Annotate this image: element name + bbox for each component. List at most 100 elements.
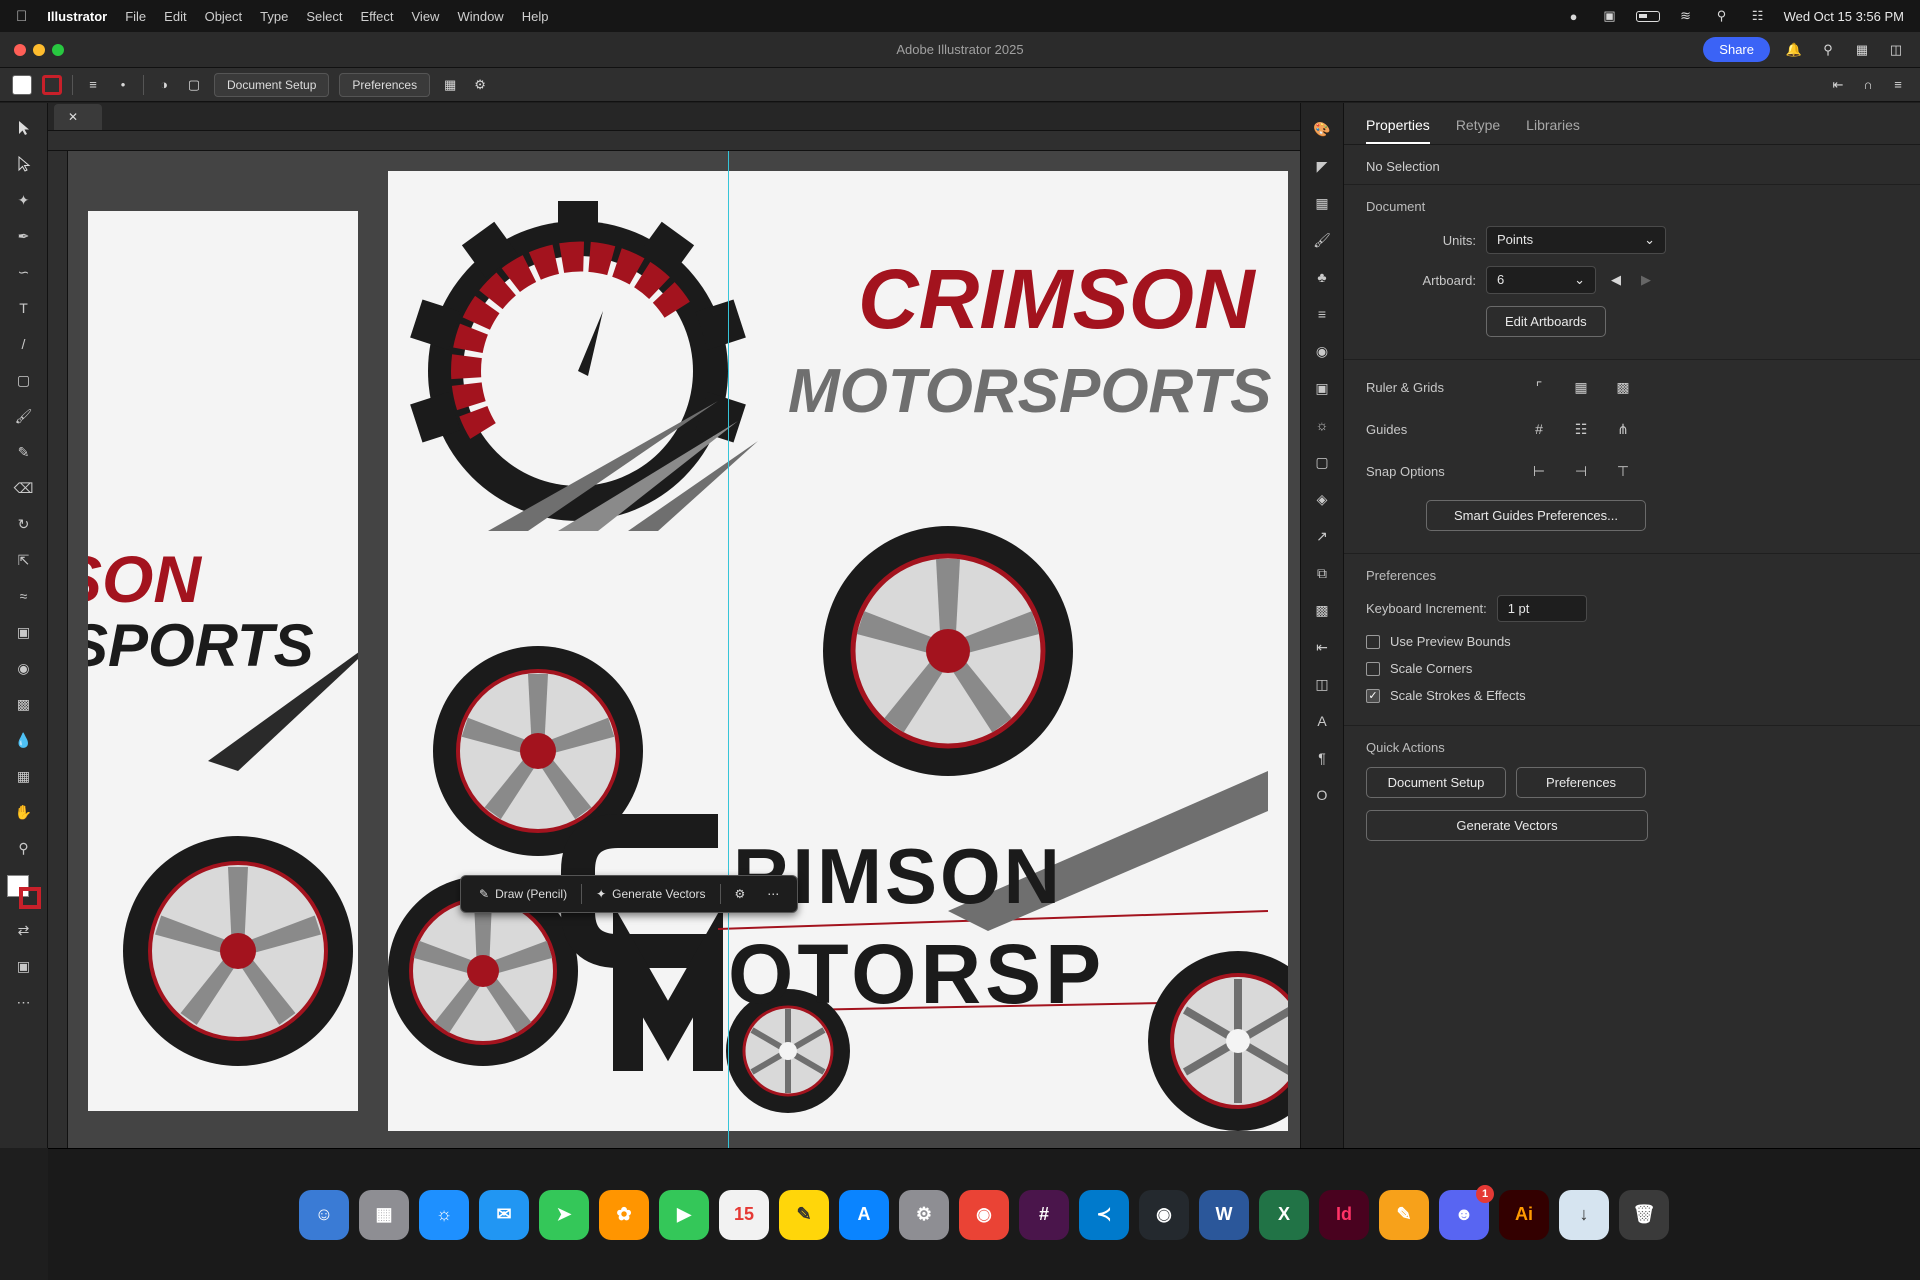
- type-tool-icon[interactable]: T: [9, 293, 39, 323]
- use-preview-bounds-checkbox[interactable]: [1366, 634, 1380, 649]
- scale-strokes-option[interactable]: ✓ Scale Strokes & Effects: [1366, 688, 1898, 703]
- vertical-ruler[interactable]: [48, 151, 68, 1148]
- paragraph-panel-icon[interactable]: ¶: [1308, 744, 1336, 772]
- gradient-tool-icon[interactable]: ▩: [9, 689, 39, 719]
- document-setup-button[interactable]: Document Setup: [214, 72, 330, 97]
- artboard-dropdown[interactable]: 6 ⌄: [1486, 266, 1596, 294]
- canvas[interactable]: SON SPORTS: [68, 151, 1300, 1148]
- menu-window[interactable]: Window: [457, 9, 503, 24]
- free-transform-tool-icon[interactable]: ▣: [9, 617, 39, 647]
- stroke-weight-icon[interactable]: ≡: [83, 75, 103, 95]
- line-tool-icon[interactable]: /: [9, 329, 39, 359]
- tab-retype[interactable]: Retype: [1456, 117, 1500, 144]
- close-window-icon[interactable]: [14, 43, 26, 56]
- generate-vectors-action[interactable]: ✦ Generate Vectors: [588, 883, 713, 905]
- snap-to-pixel-icon[interactable]: ⊣: [1568, 458, 1594, 484]
- more-options-icon[interactable]: ⋯: [759, 883, 787, 905]
- menubar-clock[interactable]: Wed Oct 15 3:56 PM: [1784, 9, 1904, 24]
- swatches-panel-icon[interactable]: ▦: [1308, 189, 1336, 217]
- appearance-panel-icon[interactable]: ☼: [1308, 411, 1336, 439]
- show-grid-icon[interactable]: ▦: [1568, 374, 1594, 400]
- finder-icon[interactable]: ☺: [299, 1189, 349, 1240]
- swap-fill-stroke-icon[interactable]: ⇄: [9, 915, 39, 945]
- transparency-panel-icon[interactable]: ▣: [1308, 374, 1336, 402]
- color-guide-icon[interactable]: ◤: [1308, 152, 1336, 180]
- layers-panel-icon[interactable]: ◈: [1308, 485, 1336, 513]
- pathfinder-panel-icon[interactable]: ◫: [1308, 670, 1336, 698]
- curvature-tool-icon[interactable]: ∽: [9, 257, 39, 287]
- transform-panel-icon[interactable]: ▩: [1308, 596, 1336, 624]
- draw-pencil-action[interactable]: ✎ Draw (Pencil): [471, 883, 575, 905]
- scale-corners-checkbox[interactable]: [1366, 661, 1380, 676]
- close-tab-icon[interactable]: ✕: [68, 110, 78, 124]
- align-panel-icon[interactable]: ⇤: [1308, 633, 1336, 661]
- smart-guides-preferences-button[interactable]: Smart Guides Preferences...: [1426, 500, 1646, 531]
- previous-artboard-icon[interactable]: ◀: [1606, 270, 1626, 290]
- indesign-icon[interactable]: Id: [1319, 1189, 1369, 1240]
- wifi-icon[interactable]: ≋: [1676, 6, 1696, 26]
- control-center-icon[interactable]: ☷: [1748, 6, 1768, 26]
- menu-edit[interactable]: Edit: [164, 9, 186, 24]
- shape-builder-tool-icon[interactable]: ◉: [9, 653, 39, 683]
- discord-icon[interactable]: ☻ 1: [1439, 1184, 1494, 1240]
- arrange-documents-icon[interactable]: ▦: [440, 75, 460, 95]
- mail-icon[interactable]: ✉: [479, 1189, 529, 1240]
- battery-icon[interactable]: [1635, 10, 1660, 22]
- screen-share-icon[interactable]: ▣: [1600, 6, 1620, 26]
- horizontal-ruler[interactable]: [48, 131, 1300, 151]
- eyedropper-tool-icon[interactable]: 💧: [9, 725, 39, 755]
- width-tool-icon[interactable]: ≈: [9, 581, 39, 611]
- panel-menu-icon[interactable]: ≡: [1888, 75, 1908, 95]
- pencil-tool-icon[interactable]: ✎: [9, 437, 39, 467]
- edit-artboards-button[interactable]: Edit Artboards: [1486, 306, 1606, 337]
- stroke-swatch[interactable]: [42, 74, 62, 95]
- selection-tool-icon[interactable]: [9, 113, 39, 143]
- transparency-grid-icon[interactable]: ▩: [1610, 374, 1636, 400]
- edit-toolbar-icon[interactable]: ⋯: [9, 987, 39, 1017]
- use-preview-bounds-option[interactable]: Use Preview Bounds: [1366, 634, 1898, 649]
- workspace-switcher-icon[interactable]: ▦: [1852, 40, 1872, 60]
- settings-icon[interactable]: ⚙: [727, 883, 754, 905]
- magic-wand-tool-icon[interactable]: ✦: [9, 185, 39, 215]
- artboard-main[interactable]: CRIMSON MOTORSPORTS RIMSON OTORSP: [388, 171, 1288, 1131]
- menu-select[interactable]: Select: [306, 9, 342, 24]
- opacity-icon[interactable]: ◑: [154, 75, 174, 95]
- preferences-button[interactable]: Preferences: [339, 72, 431, 97]
- snap-icon[interactable]: ∩: [1858, 75, 1878, 95]
- launchpad-icon[interactable]: ▦: [359, 1189, 409, 1240]
- facetime-icon[interactable]: ▶: [659, 1189, 709, 1240]
- system-settings-icon[interactable]: ⚙: [899, 1189, 949, 1240]
- vscode-icon[interactable]: ≺: [1079, 1189, 1129, 1240]
- opentype-panel-icon[interactable]: O: [1308, 781, 1336, 809]
- zoom-tool-icon[interactable]: ⚲: [9, 833, 39, 863]
- notifications-bell-icon[interactable]: 🔔: [1784, 40, 1804, 60]
- snap-to-glyph-icon[interactable]: ⊤: [1610, 458, 1636, 484]
- paintbrush-tool-icon[interactable]: 🖌: [9, 401, 39, 431]
- show-guides-icon[interactable]: #: [1526, 416, 1552, 442]
- snap-to-point-icon[interactable]: ⊢: [1526, 458, 1552, 484]
- menu-view[interactable]: View: [412, 9, 440, 24]
- pen-tool-icon[interactable]: ✒: [9, 221, 39, 251]
- asset-export-icon[interactable]: ↗: [1308, 522, 1336, 550]
- hand-tool-icon[interactable]: ✋: [9, 797, 39, 827]
- creative-cloud-icon[interactable]: ●: [1564, 6, 1584, 26]
- slack-icon[interactable]: #: [1019, 1189, 1069, 1240]
- spotlight-search-icon[interactable]: ⚲: [1712, 6, 1732, 26]
- notes-icon[interactable]: ✎: [779, 1189, 829, 1240]
- quick-document-setup-button[interactable]: Document Setup: [1366, 767, 1506, 798]
- rotate-tool-icon[interactable]: ↻: [9, 509, 39, 539]
- menu-illustrator[interactable]: Illustrator: [47, 9, 107, 24]
- excel-icon[interactable]: X: [1259, 1189, 1309, 1240]
- menu-file[interactable]: File: [125, 9, 146, 24]
- scale-tool-icon[interactable]: ⇱: [9, 545, 39, 575]
- downloads-folder-icon[interactable]: ↓: [1559, 1189, 1609, 1240]
- photos-icon[interactable]: ✿: [599, 1189, 649, 1240]
- chrome-icon[interactable]: ◉: [959, 1189, 1009, 1240]
- artboard-left[interactable]: SON SPORTS: [88, 211, 358, 1111]
- show-rulers-icon[interactable]: ⌜: [1526, 374, 1552, 400]
- apple-menu-icon[interactable]: : [16, 8, 27, 25]
- pages-icon[interactable]: ✎: [1379, 1189, 1429, 1240]
- direct-selection-tool-icon[interactable]: [9, 149, 39, 179]
- scale-strokes-checkbox[interactable]: ✓: [1366, 688, 1380, 703]
- menu-object[interactable]: Object: [205, 9, 243, 24]
